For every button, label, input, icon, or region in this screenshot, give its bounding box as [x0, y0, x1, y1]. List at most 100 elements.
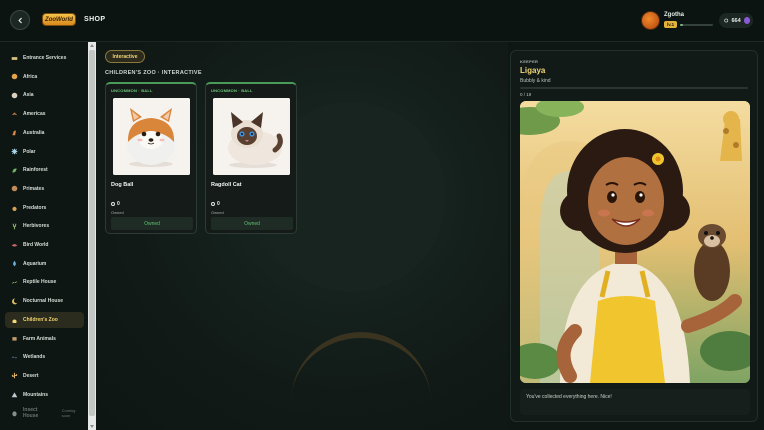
scroll-down-arrow-icon[interactable]	[90, 425, 94, 428]
sidebar-item-label: Reptile House	[23, 279, 57, 286]
item-price: 0	[211, 201, 220, 207]
rarity-label: UNCOMMON · BALL	[111, 88, 153, 93]
zooworld-logo[interactable]: ZooWorld	[42, 13, 76, 26]
sidebar-item-label: Insect House	[23, 407, 39, 420]
coin-icon	[724, 18, 729, 23]
shop-item-card[interactable]: UNCOMMON · BALL Dog Ball 0 Owned Owned	[105, 82, 197, 234]
shop-main: Interactive CHILDREN'S ZOO · INTERACTIVE…	[96, 42, 508, 430]
owned-button[interactable]: Owned	[111, 217, 193, 230]
keeper-trait: Bubbly & kind	[520, 78, 551, 84]
snake-icon	[11, 279, 18, 286]
price-value: 0	[217, 201, 220, 207]
sidebar-item-predators[interactable]: Predators	[5, 200, 84, 216]
dog-ball-image	[113, 98, 190, 175]
ragdoll-cat-image	[213, 98, 290, 175]
background-arc	[291, 332, 431, 402]
panda-icon	[11, 92, 18, 99]
scroll-up-arrow-icon[interactable]	[90, 44, 94, 47]
keeper-name: Ligaya	[520, 66, 546, 75]
sidebar-item-label: Australia	[23, 129, 45, 136]
leaf-icon	[11, 167, 18, 174]
sidebar-item-label: Asia	[23, 92, 34, 99]
sidebar-item-label: Mountains	[23, 391, 48, 398]
level-badge: lv.1	[664, 21, 678, 28]
ownership-status: Owned	[111, 210, 124, 215]
page-title: SHOP	[84, 16, 106, 23]
collection-progress-bar	[520, 87, 748, 89]
sidebar-item-label: Aquarium	[23, 260, 47, 267]
collection-progress-text: 0 / 19	[520, 92, 532, 97]
bug-icon	[11, 410, 18, 417]
drop-icon	[11, 260, 18, 267]
sidebar: Entrance Services Africa Asia Americas Austr…	[0, 42, 88, 430]
bunny-icon	[11, 316, 18, 324]
sidebar-item-label: Nocturnal House	[23, 298, 64, 305]
lion-icon	[11, 73, 18, 80]
sidebar-item-label: Herbivores	[23, 223, 50, 230]
sidebar-item-label: Polar	[23, 148, 36, 155]
sidebar-item-label: Desert	[23, 372, 39, 379]
sidebar-item-label: Farm Animals	[23, 335, 56, 342]
section-title: CHILDREN'S ZOO · INTERACTIVE	[105, 70, 202, 76]
currency-display[interactable]: 664	[719, 13, 753, 28]
price-value: 0	[117, 201, 120, 207]
owned-button[interactable]: Owned	[211, 217, 293, 230]
coin-icon	[211, 202, 215, 206]
monkey-icon	[11, 185, 18, 192]
cow-icon	[11, 335, 18, 342]
user-name: Zgotha	[664, 12, 684, 18]
sidebar-item-children-s-zoo[interactable]: Children's Zoo	[5, 311, 84, 328]
sidebar-item-nocturnal-house[interactable]: Nocturnal House	[5, 293, 84, 309]
scroll-thumb[interactable]	[89, 50, 95, 416]
sidebar-item-rainforest[interactable]: Rainforest	[5, 162, 84, 178]
sidebar-item-label: Children's Zoo	[23, 316, 58, 323]
keeper-label: KEEPER	[520, 59, 539, 64]
rarity-label: UNCOMMON · BALL	[211, 88, 253, 93]
sidebar-item-asia[interactable]: Asia	[5, 87, 84, 103]
gem-icon	[743, 17, 750, 24]
sidebar-item-primates[interactable]: Primates	[5, 181, 84, 197]
bird-icon	[11, 242, 18, 249]
sidebar-item-reptile-house[interactable]: Reptile House	[5, 274, 84, 290]
sidebar-scrollbar[interactable]	[88, 42, 96, 430]
shop-item-card[interactable]: UNCOMMON · BALL Ragdoll Cat 0 Owned Owne…	[205, 82, 297, 234]
cactus-icon	[11, 372, 18, 379]
item-name: Dog Ball	[111, 182, 134, 188]
ticket-icon	[11, 55, 18, 62]
currency-amount: 664	[731, 17, 741, 24]
sidebar-item-entrance-services[interactable]: Entrance Services	[5, 50, 84, 66]
sidebar-item-insect-house: Insect House Coming soon	[5, 405, 84, 421]
xp-bar	[680, 23, 713, 26]
sidebar-item-polar[interactable]: Polar	[5, 144, 84, 160]
sidebar-item-wetlands[interactable]: Wetlands	[5, 349, 84, 365]
sidebar-item-americas[interactable]: Americas	[5, 106, 84, 122]
sidebar-item-bird-world[interactable]: Bird World	[5, 237, 84, 253]
coming-soon-badge: Coming soon	[61, 408, 76, 419]
avatar[interactable]	[641, 11, 660, 30]
sidebar-item-australia[interactable]: Australia	[5, 125, 84, 141]
sidebar-item-africa[interactable]: Africa	[5, 69, 84, 85]
coin-icon	[111, 202, 115, 206]
sidebar-item-label: Entrance Services	[23, 55, 67, 61]
back-button[interactable]	[10, 10, 30, 30]
sidebar-item-label: Rainforest	[23, 167, 48, 174]
top-bar: ZooWorld SHOP Zgotha lv.1 664	[0, 0, 764, 42]
sidebar-item-desert[interactable]: Desert	[5, 368, 84, 384]
sidebar-item-label: Predators	[23, 204, 47, 211]
collection-complete-message: You've collected everything here. Nice!	[520, 389, 750, 415]
sidebar-item-aquarium[interactable]: Aquarium	[5, 256, 84, 272]
deer-icon	[11, 223, 18, 230]
sidebar-item-farm-animals[interactable]: Farm Animals	[5, 331, 84, 347]
sidebar-item-label: Americas	[23, 111, 46, 118]
item-name: Ragdoll Cat	[211, 182, 242, 188]
keeper-panel: KEEPER Ligaya Bubbly & kind 0 / 19 You'v…	[510, 50, 758, 422]
item-price: 0	[111, 201, 120, 207]
eagle-icon	[11, 111, 18, 118]
sidebar-item-mountains[interactable]: Mountains	[5, 387, 84, 403]
filter-pill-interactive[interactable]: Interactive	[105, 50, 145, 63]
keeper-portrait	[520, 101, 750, 383]
xp-fill	[680, 23, 684, 26]
moon-icon	[11, 298, 18, 305]
sidebar-item-herbivores[interactable]: Herbivores	[5, 218, 84, 234]
paw-icon	[11, 204, 18, 212]
